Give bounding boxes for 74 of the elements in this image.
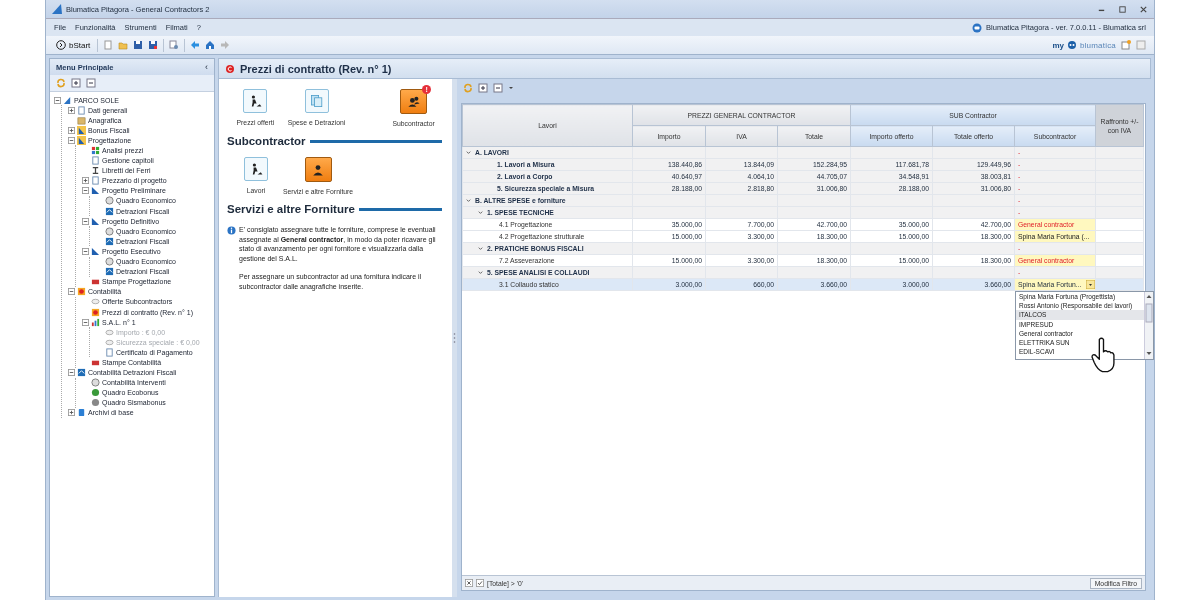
chevron-icon[interactable] [465, 149, 472, 156]
bar-chart-icon [91, 317, 100, 327]
database-icon [77, 408, 86, 418]
info-icon [227, 226, 236, 235]
beam-icon [91, 166, 100, 176]
collapse-toggle[interactable] [82, 187, 89, 195]
printer-icon [91, 358, 100, 367]
collapse-toggle[interactable] [82, 318, 89, 326]
section-heading: Subcontractor [227, 135, 306, 147]
play-circle-icon [56, 40, 66, 50]
chevron-icon[interactable] [477, 245, 484, 252]
back-arrow-icon[interactable] [190, 40, 201, 50]
circle-icon [91, 398, 100, 408]
collapse-all-icon[interactable] [86, 78, 96, 88]
hand-cursor-icon [1091, 337, 1116, 373]
house-icon [105, 206, 114, 216]
collapse-toggle[interactable] [82, 217, 89, 225]
pie-icon [105, 257, 114, 267]
coin-icon [91, 297, 100, 307]
documents-icon [308, 93, 325, 109]
scrollbar[interactable] [1144, 292, 1153, 359]
collapse-all-icon[interactable] [493, 83, 503, 93]
tile-button[interactable] [243, 89, 268, 113]
splitter-handle[interactable] [453, 332, 456, 344]
expand-toggle[interactable] [68, 409, 75, 417]
set-square-icon [77, 125, 86, 135]
house-icon [105, 236, 114, 246]
document-icon [105, 347, 114, 357]
page-title: Prezzi di contratto (Rev. n° 1) [240, 62, 392, 75]
app-icon [52, 4, 62, 14]
euro-icon [225, 63, 235, 74]
triangle-icon [63, 95, 72, 105]
set-square-icon [77, 135, 86, 145]
collapse-toggle[interactable] [68, 288, 75, 296]
expand-toggle[interactable] [68, 106, 75, 114]
house-icon [77, 368, 86, 378]
tile-button[interactable] [244, 157, 268, 181]
restore-icon[interactable] [1118, 4, 1127, 14]
folder-icon [77, 115, 86, 125]
collapse-toggle[interactable] [54, 96, 61, 104]
document-icon [77, 105, 86, 115]
pie-icon [105, 196, 114, 206]
euro-icon [77, 287, 86, 297]
expand-toggle[interactable] [68, 126, 75, 134]
tile-button[interactable] [304, 89, 329, 113]
clear-filter-icon[interactable] [465, 579, 473, 587]
start-button[interactable]: bStart [54, 40, 93, 50]
collapse-toggle[interactable] [68, 369, 75, 377]
collapse-toggle[interactable] [82, 247, 89, 255]
collapse-toggle[interactable] [68, 136, 75, 144]
tile-button[interactable] [304, 157, 332, 182]
pie-icon [91, 378, 100, 388]
checkbox[interactable] [476, 579, 484, 587]
chevron-icon[interactable] [465, 197, 472, 204]
pie-icon [105, 226, 114, 236]
home-icon[interactable] [205, 40, 216, 50]
close-icon[interactable] [1139, 4, 1148, 14]
expand-all-icon[interactable] [71, 78, 81, 88]
section-heading: Servizi e altre Forniture [227, 203, 355, 215]
expand-all-icon[interactable] [478, 83, 488, 93]
circle-icon [91, 388, 100, 398]
grid-icon [91, 146, 100, 155]
printer-icon [91, 277, 100, 287]
brand-logo[interactable]: my blumatica [1052, 40, 1116, 50]
save-all-icon[interactable] [148, 40, 159, 50]
save-icon[interactable] [133, 40, 144, 50]
expand-toggle[interactable] [82, 177, 89, 185]
dropdown-arrow-icon[interactable] [1086, 280, 1095, 289]
house-icon [105, 267, 114, 277]
document-gear-icon[interactable] [169, 40, 180, 50]
chevron-icon[interactable] [477, 209, 484, 216]
collapse-button[interactable]: ‹ [205, 62, 208, 72]
chevron-icon[interactable] [477, 269, 484, 276]
euro-icon [91, 307, 100, 317]
